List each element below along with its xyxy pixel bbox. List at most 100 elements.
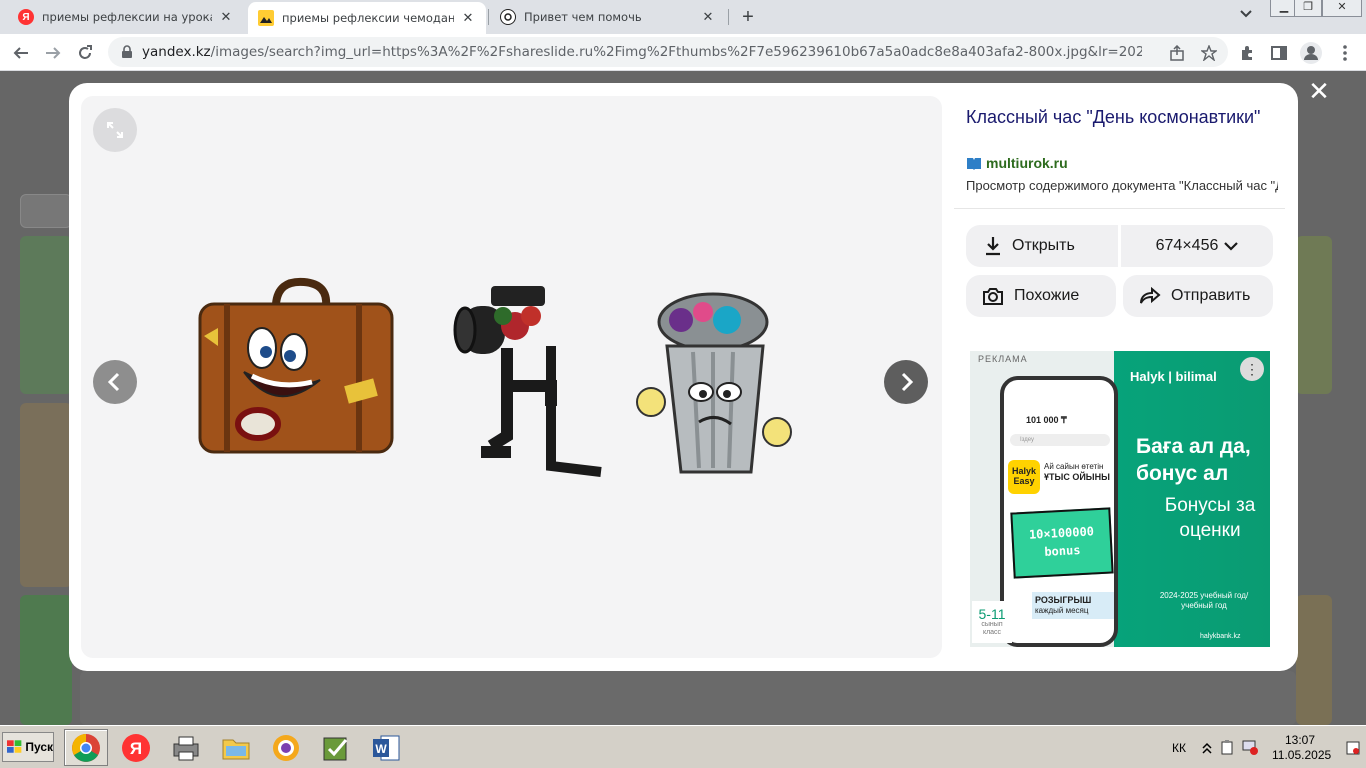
phone-search: Іздеу xyxy=(1010,434,1110,446)
taskbar-yandex[interactable]: Я xyxy=(114,729,158,766)
tab-image-search[interactable]: приемы рефлексии чемодан: 2 тыс ✕ xyxy=(248,2,486,34)
bookmark-star-icon[interactable] xyxy=(1196,40,1222,66)
taskbar-word[interactable]: W xyxy=(364,729,408,766)
app-circle-icon xyxy=(273,734,299,761)
svg-text:Я: Я xyxy=(130,739,142,758)
preview-image xyxy=(198,277,792,477)
ad-options-icon[interactable]: ⋮ xyxy=(1240,357,1264,381)
close-tab-icon[interactable]: ✕ xyxy=(700,9,716,25)
menu-kebab-icon[interactable] xyxy=(1332,40,1358,66)
ad-brand: Halyk | bilimal xyxy=(1130,369,1217,384)
language-indicator[interactable]: КК xyxy=(1172,741,1186,755)
open-label: Открыть xyxy=(1012,237,1075,254)
chevron-down-icon xyxy=(1224,241,1239,251)
url-host: yandex.kz xyxy=(142,44,211,60)
tray-expand-icon[interactable] xyxy=(1202,742,1212,754)
taskbar-explorer[interactable] xyxy=(214,729,258,766)
network-icon[interactable] xyxy=(1242,739,1258,755)
phone-draw-title: РОЗЫГРЫШ xyxy=(1035,595,1092,605)
taskbar-chrome[interactable] xyxy=(64,729,108,766)
side-panel-icon[interactable] xyxy=(1266,40,1292,66)
browser-toolbar: yandex.kz/images/search?img_url=https%3A… xyxy=(0,34,1366,71)
tab-yandex-search[interactable]: Я приемы рефлексии на уроках в нач ✕ xyxy=(8,0,244,34)
close-tab-icon[interactable]: ✕ xyxy=(218,9,234,25)
image-icon xyxy=(258,10,274,26)
background-thumbnail xyxy=(20,403,72,587)
taskbar-app-check[interactable] xyxy=(314,729,358,766)
yandex-browser-icon: Я xyxy=(122,733,150,762)
size-label: 674×456 xyxy=(1155,237,1219,254)
clock-time: 13:07 xyxy=(1284,733,1316,747)
ad-banner[interactable]: РЕКЛАМА ⋮ Halyk | bilimal Баға ал да, бо… xyxy=(970,351,1270,647)
ad-headline: Баға ал да, бонус ал xyxy=(1136,435,1251,485)
phone-easy-badge: Halyk Easy xyxy=(1008,460,1040,494)
share-button[interactable]: Отправить xyxy=(1123,275,1273,317)
extensions-icon[interactable] xyxy=(1234,40,1260,66)
taskbar-app-circle[interactable] xyxy=(264,729,308,766)
tab-chatgpt[interactable]: Привет чем помочь ✕ xyxy=(490,0,726,34)
folder-icon xyxy=(222,739,250,759)
background-thumbnail xyxy=(1296,236,1332,394)
reload-icon[interactable] xyxy=(72,40,98,66)
next-image-button[interactable] xyxy=(884,360,928,404)
open-button[interactable]: Открыть xyxy=(966,225,1118,267)
tab-strip: Я приемы рефлексии на уроках в нач ✕ при… xyxy=(0,0,1366,34)
background-filter-chip xyxy=(20,194,72,228)
phone-game-text: Ай сайын өтетін ҰТЫС ОЙЫНЫ xyxy=(1044,462,1114,483)
windows-logo-icon xyxy=(7,740,22,753)
lock-icon[interactable] xyxy=(120,45,134,59)
tab-search-chevron-icon[interactable] xyxy=(1236,7,1256,27)
previous-image-button[interactable] xyxy=(93,360,137,404)
expand-icon xyxy=(107,122,123,138)
size-select[interactable]: 674×456 xyxy=(1121,225,1273,267)
ad-site: halykbank.kz xyxy=(1200,633,1241,640)
share-page-icon[interactable] xyxy=(1164,40,1190,66)
profile-avatar-icon[interactable] xyxy=(1298,40,1324,66)
phone-draw: РОЗЫГРЫШ каждый месяц xyxy=(1032,592,1114,619)
close-tab-icon[interactable]: ✕ xyxy=(460,10,476,26)
image-preview-area xyxy=(81,96,942,658)
tab-title: приемы рефлексии чемодан: 2 тыс xyxy=(282,11,454,25)
start-button[interactable]: Пуск xyxy=(2,732,54,762)
notification-icon[interactable] xyxy=(1346,741,1360,755)
phone-bonus-ticket: 10×100000 bonus xyxy=(1010,507,1114,579)
taskbar-printer[interactable] xyxy=(164,729,208,766)
chrome-icon xyxy=(72,733,100,762)
tab-separator xyxy=(488,9,489,25)
book-icon xyxy=(967,158,981,170)
close-viewer-button[interactable]: ✕ xyxy=(1306,78,1332,104)
suitcase-illustration xyxy=(198,277,394,454)
word-icon: W xyxy=(373,735,400,760)
source-page-title-link[interactable]: Классный час "День космонавтики" xyxy=(966,106,1266,128)
share-label: Отправить xyxy=(1171,287,1251,304)
new-tab-button[interactable]: + xyxy=(736,5,760,29)
ad-label: РЕКЛАМА xyxy=(978,354,1028,364)
expand-image-button[interactable] xyxy=(93,108,137,152)
restore-window-button[interactable]: ❐ xyxy=(1294,0,1322,17)
url-path: /images/search?img_url=https%3A%2F%2Fsha… xyxy=(210,44,1142,60)
clipboard-icon[interactable] xyxy=(1220,739,1236,755)
forward-icon[interactable] xyxy=(40,40,66,66)
address-bar[interactable]: yandex.kz/images/search?img_url=https%3A… xyxy=(108,37,1228,67)
divider xyxy=(954,208,1285,209)
url-text[interactable]: yandex.kz/images/search?img_url=https%3A… xyxy=(142,44,1142,60)
system-tray: КК 13:07 11.05.2025 xyxy=(1160,729,1364,766)
source-site-link[interactable]: multiurok.ru xyxy=(986,155,1068,171)
tab-separator xyxy=(728,9,729,25)
back-icon[interactable] xyxy=(8,40,34,66)
system-clock[interactable]: 13:07 11.05.2025 xyxy=(1272,733,1332,763)
similar-button[interactable]: Похожие xyxy=(966,275,1116,317)
background-thumbnail xyxy=(20,595,72,725)
phone-game-title: ҰТЫС ОЙЫНЫ xyxy=(1044,472,1110,482)
tab-title: Привет чем помочь xyxy=(524,10,642,24)
background-thumbnail xyxy=(20,236,72,394)
printer-icon xyxy=(173,736,199,760)
ad-subline: Бонусы за оценки xyxy=(1164,495,1256,541)
tab-title: приемы рефлексии на уроках в нач xyxy=(42,10,212,24)
advertisement-card: РЕКЛАМА ⋮ Halyk | bilimal Баға ал да, бо… xyxy=(954,340,1285,658)
yandex-icon: Я xyxy=(18,9,34,25)
share-arrow-icon xyxy=(1140,287,1161,304)
close-window-button[interactable]: ✕ xyxy=(1322,0,1362,17)
ad-grade: 5-11 xyxy=(978,606,1006,622)
clock-date: 11.05.2025 xyxy=(1272,748,1332,762)
